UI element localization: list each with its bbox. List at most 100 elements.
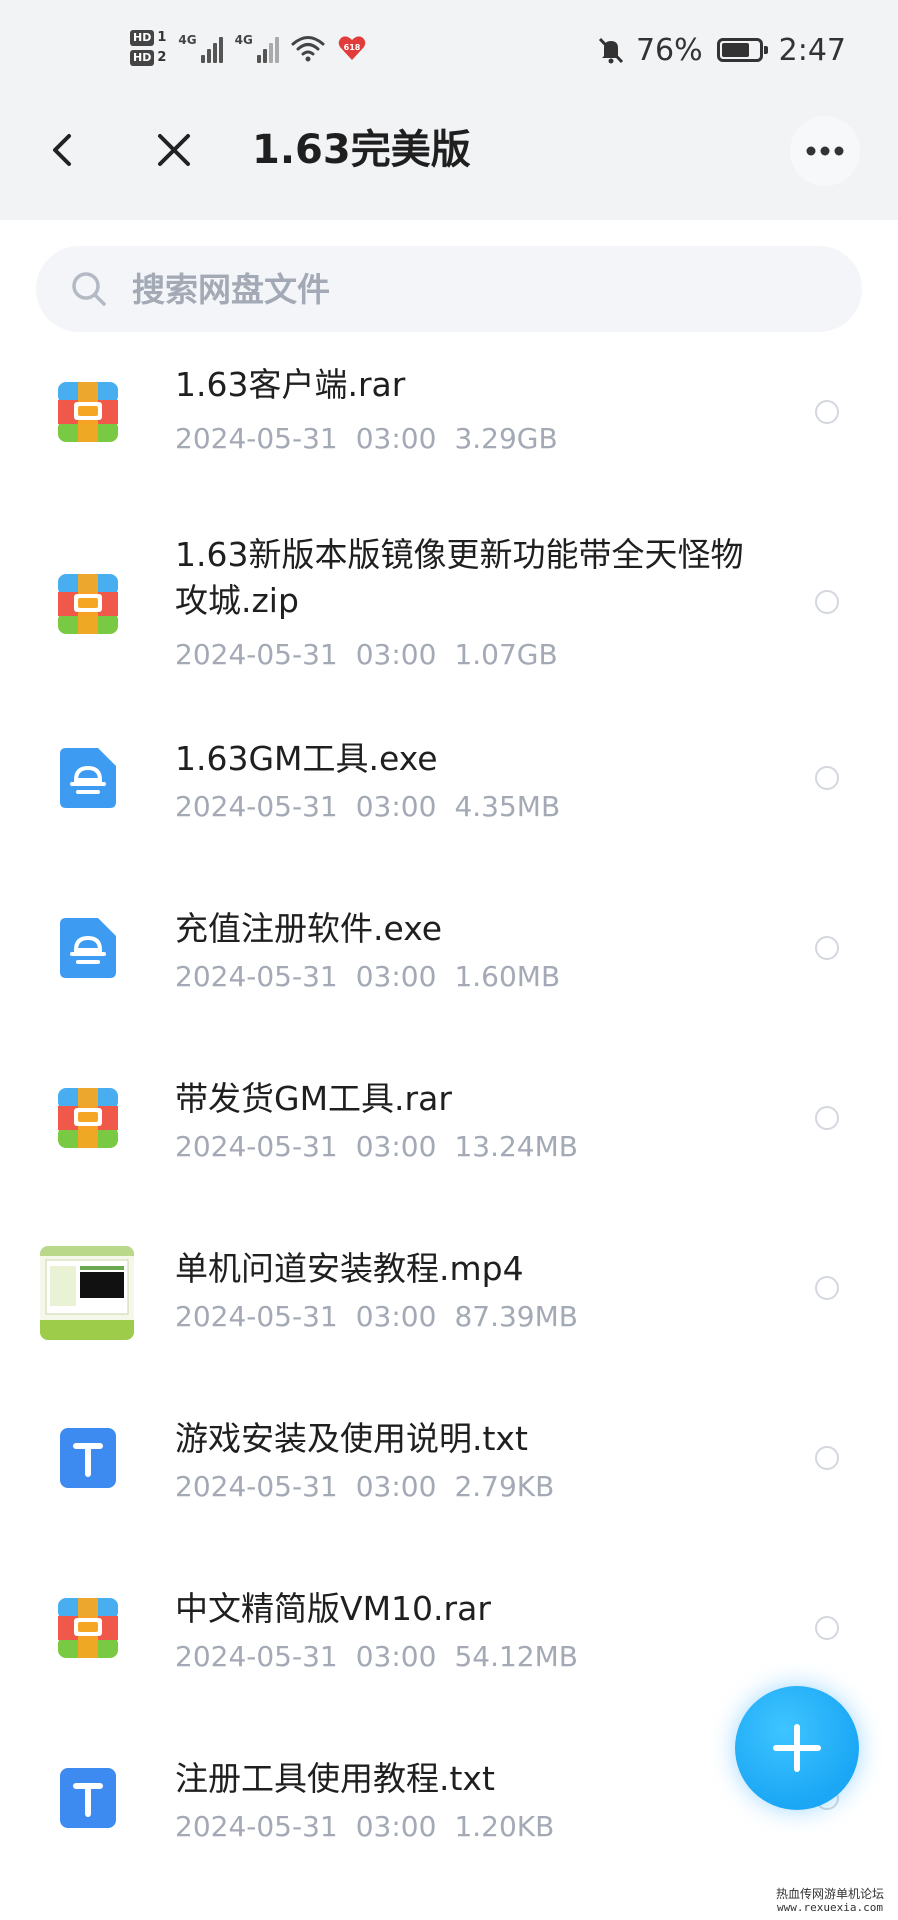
file-size: 3.29GB xyxy=(454,422,558,455)
select-checkbox[interactable] xyxy=(815,590,839,614)
header: 1.63完美版 xyxy=(0,84,898,220)
select-checkbox[interactable] xyxy=(815,1276,839,1300)
list-item[interactable]: 1.63客户端.rar 2024-05-31 03:00 3.29GB xyxy=(0,340,898,490)
select-checkbox[interactable] xyxy=(815,1446,839,1470)
signal-strength-2-icon: 4G xyxy=(235,33,279,63)
close-button[interactable] xyxy=(148,124,200,176)
file-size: 13.24MB xyxy=(454,1130,578,1163)
watermark-line-1: 热血传网游单机论坛 xyxy=(775,1887,884,1901)
file-date: 2024-05-31 xyxy=(175,1300,338,1333)
signal-bar xyxy=(212,43,217,63)
select-checkbox[interactable] xyxy=(815,936,839,960)
file-name: 游戏安装及使用说明.txt xyxy=(175,1419,528,1458)
video-thumbnail-image xyxy=(40,1246,134,1340)
add-button[interactable] xyxy=(735,1686,859,1810)
file-name: 1.63GM工具.exe xyxy=(175,739,438,778)
close-icon xyxy=(158,134,190,166)
list-item[interactable]: 单机问道安装教程.mp4 2024-05-31 03:00 87.39MB xyxy=(0,1246,898,1396)
sim2-badge: HD 2 xyxy=(130,50,166,66)
network-type: 4G xyxy=(234,33,253,47)
file-name: 充值注册软件.exe xyxy=(175,909,443,948)
watermark: 热血传网游单机论坛 www.rexuexia.com xyxy=(770,1887,890,1914)
archive-icon xyxy=(58,1598,118,1658)
file-time: 03:00 xyxy=(355,1300,437,1333)
list-item[interactable]: 1.63GM工具.exe 2024-05-31 03:00 4.35MB xyxy=(0,736,898,886)
list-item[interactable]: 游戏安装及使用说明.txt 2024-05-31 03:00 2.79KB xyxy=(0,1416,898,1566)
file-size: 2.79KB xyxy=(454,1470,555,1503)
back-button[interactable] xyxy=(36,124,88,176)
file-meta: 2024-05-31 03:00 1.20KB xyxy=(175,1808,554,1846)
file-meta: 2024-05-31 03:00 4.35MB xyxy=(175,788,560,826)
file-meta: 2024-05-31 03:00 13.24MB xyxy=(175,1128,578,1166)
heart-badge-text: 618 xyxy=(343,43,360,52)
select-checkbox[interactable] xyxy=(815,766,839,790)
file-time: 03:00 xyxy=(355,638,437,671)
select-checkbox[interactable] xyxy=(815,1616,839,1640)
file-date: 2024-05-31 xyxy=(175,1130,338,1163)
file-date: 2024-05-31 xyxy=(175,1640,338,1673)
file-time: 03:00 xyxy=(355,1470,437,1503)
executable-icon xyxy=(60,918,116,978)
archive-icon xyxy=(58,574,118,634)
sim-indicators: HD 1 HD 2 xyxy=(130,30,166,66)
file-size: 4.35MB xyxy=(454,790,561,823)
file-date: 2024-05-31 xyxy=(175,1810,338,1843)
select-checkbox[interactable] xyxy=(815,400,839,424)
clock: 2:47 xyxy=(778,32,846,68)
text-file-icon xyxy=(60,1768,116,1828)
file-date: 2024-05-31 xyxy=(175,960,338,993)
file-date: 2024-05-31 xyxy=(175,638,338,671)
file-meta: 2024-05-31 03:00 1.07GB xyxy=(175,636,558,674)
list-item[interactable]: 1.63新版本版镜像更新功能带全天怪物攻城.zip 2024-05-31 03:0… xyxy=(0,520,898,720)
file-date: 2024-05-31 xyxy=(175,1470,338,1503)
file-size: 1.60MB xyxy=(454,960,561,993)
plus-icon xyxy=(773,1724,821,1772)
status-right: 76% 2:47 xyxy=(596,30,846,70)
file-name: 1.63客户端.rar xyxy=(175,365,406,404)
hd-label: HD xyxy=(130,50,155,66)
executable-icon xyxy=(60,748,116,808)
battery-icon xyxy=(716,38,768,62)
network-type: 4G xyxy=(178,33,197,47)
file-time: 03:00 xyxy=(355,1130,437,1163)
signal-bar xyxy=(218,37,223,63)
file-time: 03:00 xyxy=(355,1810,437,1843)
more-dots-icon xyxy=(806,146,844,156)
file-date: 2024-05-31 xyxy=(175,422,338,455)
watermark-line-2: www.rexuexia.com xyxy=(777,1901,883,1914)
video-thumbnail xyxy=(40,1246,134,1340)
file-name: 1.63新版本版镜像更新功能带全天怪物攻城.zip xyxy=(175,535,744,620)
archive-icon xyxy=(58,382,118,442)
signal-bar xyxy=(256,55,261,63)
file-name: 单机问道安装教程.mp4 xyxy=(175,1249,524,1288)
file-date: 2024-05-31 xyxy=(175,790,338,823)
signal-bar xyxy=(274,37,279,63)
select-checkbox[interactable] xyxy=(815,1106,839,1130)
search-input[interactable] xyxy=(132,259,772,319)
sim-number: 1 xyxy=(157,30,167,45)
file-time: 03:00 xyxy=(355,1640,437,1673)
search-bar[interactable] xyxy=(36,246,862,332)
battery-percent: 76% xyxy=(635,32,703,68)
status-bar: HD 1 HD 2 4G 4G 618 76% 2:47 xyxy=(0,0,898,84)
file-meta: 2024-05-31 03:00 2.79KB xyxy=(175,1468,554,1506)
signal-strength-1-icon: 4G xyxy=(178,33,223,63)
file-time: 03:00 xyxy=(355,422,437,455)
status-left: HD 1 HD 2 4G 4G 618 xyxy=(130,22,367,74)
file-size: 87.39MB xyxy=(454,1300,578,1333)
signal-bar xyxy=(206,49,211,63)
file-meta: 2024-05-31 03:00 3.29GB xyxy=(175,420,558,458)
file-meta: 2024-05-31 03:00 1.60MB xyxy=(175,958,560,996)
file-meta: 2024-05-31 03:00 87.39MB xyxy=(175,1298,578,1336)
file-size: 1.20KB xyxy=(454,1810,555,1843)
list-item[interactable]: 充值注册软件.exe 2024-05-31 03:00 1.60MB xyxy=(0,906,898,1056)
file-name: 中文精简版VM10.rar xyxy=(175,1589,491,1628)
file-size: 1.07GB xyxy=(454,638,558,671)
signal-bar xyxy=(200,55,205,63)
file-time: 03:00 xyxy=(355,960,437,993)
list-item[interactable]: 带发货GM工具.rar 2024-05-31 03:00 13.24MB xyxy=(0,1076,898,1226)
chevron-left-icon xyxy=(53,134,71,166)
page-title: 1.63完美版 xyxy=(252,127,471,173)
search-icon xyxy=(72,272,106,306)
more-options-button[interactable] xyxy=(790,116,860,186)
